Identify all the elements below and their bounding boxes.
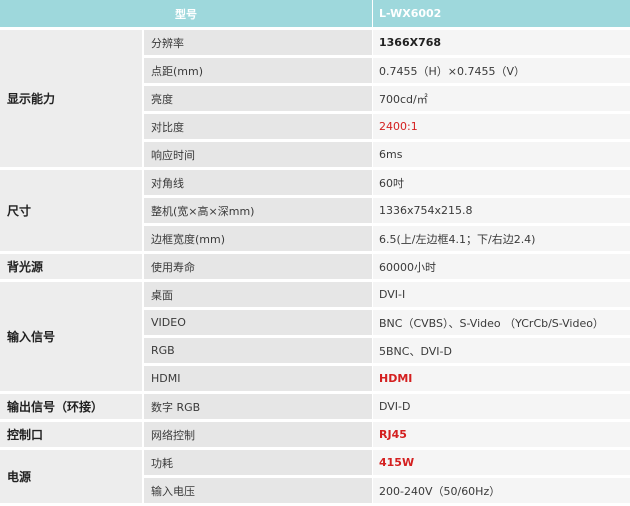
table-row: 显示能力 分辨率 1366X768 — [0, 30, 630, 170]
table-row: 电源 功耗 415W — [0, 450, 630, 506]
row-value: BNC（CVBS）、S-Video （YCrCb/S-Video） — [373, 310, 630, 338]
category-output-signal: 输出信号（环接） — [0, 394, 144, 422]
category-display: 显示能力 — [0, 30, 144, 170]
header-model-label: 型号 — [0, 0, 373, 30]
spec-sheet: 型号 L-WX6002 显示能力 分辨率 1366X768 点距(mm) 0.7… — [0, 0, 630, 506]
row-value: 1366X768 — [373, 30, 630, 58]
table-row: 控制口 网络控制 RJ45 — [0, 422, 630, 450]
row-value: 60吋 — [373, 170, 630, 198]
table-row: 输入信号 桌面 DVI-I — [0, 282, 630, 394]
row-label: 整机(宽×高×深mm) — [144, 198, 373, 226]
row-label: 网络控制 — [144, 422, 373, 450]
row-label: 数字 RGB — [144, 394, 373, 422]
row-label: 桌面 — [144, 282, 373, 310]
row-value: 2400:1 — [373, 114, 630, 142]
row-value: 5BNC、DVI-D — [373, 338, 630, 366]
row-value: 6.5(上/左边框4.1；下/右边2.4) — [373, 226, 630, 254]
category-size: 尺寸 — [0, 170, 144, 254]
row-label: 输入电压 — [144, 478, 373, 506]
category-input-signal: 输入信号 — [0, 282, 144, 394]
row-label: RGB — [144, 338, 373, 366]
table-row: 尺寸 对角线 60吋 — [0, 170, 630, 254]
row-label: HDMI — [144, 366, 373, 394]
row-value: 60000小时 — [373, 254, 630, 282]
row-value: 200-240V（50/60Hz） — [373, 478, 630, 506]
row-label: 点距(mm) — [144, 58, 373, 86]
header-row: 型号 L-WX6002 — [0, 0, 630, 30]
row-value: 415W — [373, 450, 630, 478]
row-label: 对比度 — [144, 114, 373, 142]
row-label: 对角线 — [144, 170, 373, 198]
row-value: RJ45 — [373, 422, 630, 450]
spec-table: 型号 L-WX6002 显示能力 分辨率 1366X768 点距(mm) 0.7… — [0, 0, 630, 506]
row-label: 使用寿命 — [144, 254, 373, 282]
row-label: VIDEO — [144, 310, 373, 338]
row-value: 1336x754x215.8 — [373, 198, 630, 226]
category-control-port: 控制口 — [0, 422, 144, 450]
category-backlight: 背光源 — [0, 254, 144, 282]
row-value: DVI-D — [373, 394, 630, 422]
header-model-value: L-WX6002 — [373, 0, 630, 30]
table-row: 背光源 使用寿命 60000小时 — [0, 254, 630, 282]
row-label: 边框宽度(mm) — [144, 226, 373, 254]
table-row: 输出信号（环接） 数字 RGB DVI-D — [0, 394, 630, 422]
row-label: 功耗 — [144, 450, 373, 478]
row-value: 0.7455（H）×0.7455（V） — [373, 58, 630, 86]
row-label: 亮度 — [144, 86, 373, 114]
row-label: 响应时间 — [144, 142, 373, 170]
row-value: HDMI — [373, 366, 630, 394]
row-value: DVI-I — [373, 282, 630, 310]
row-value: 700cd/㎡ — [373, 86, 630, 114]
category-power: 电源 — [0, 450, 144, 506]
row-value: 6ms — [373, 142, 630, 170]
row-label: 分辨率 — [144, 30, 373, 58]
